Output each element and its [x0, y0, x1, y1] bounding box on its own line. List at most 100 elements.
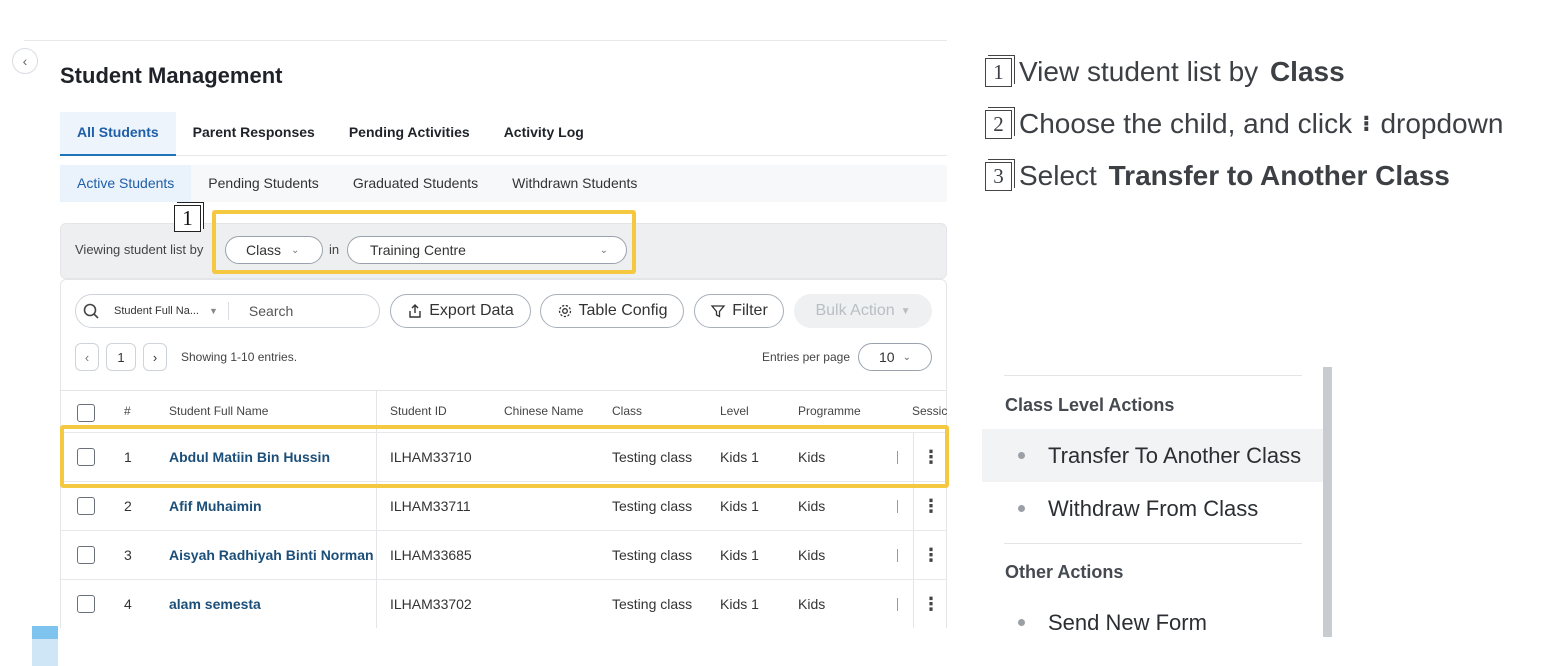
select-all-checkbox[interactable]: [77, 404, 95, 422]
divider: [227, 302, 229, 320]
table-row[interactable]: 1 Abdul Matiin Bin Hussin ILHAM33710 Tes…: [61, 432, 947, 481]
divider: [1004, 375, 1302, 376]
instruction-bold: Class: [1269, 56, 1345, 87]
student-id: ILHAM33685: [390, 547, 472, 563]
table-row[interactable]: 2 Afif Muhaimin ILHAM33711 Testing class…: [61, 481, 947, 530]
bullet-icon: [1018, 452, 1025, 459]
session-cell: [897, 598, 898, 611]
col-programme[interactable]: Programme: [798, 404, 861, 418]
student-name-link[interactable]: Aisyah Radhiyah Binti Norman: [169, 547, 374, 563]
bullet-icon: [1018, 619, 1025, 626]
column-divider: [376, 580, 377, 628]
tab-parent-responses[interactable]: Parent Responses: [176, 112, 332, 156]
student-id: ILHAM33711: [390, 498, 471, 514]
col-chinese-name[interactable]: Chinese Name: [504, 404, 583, 418]
table-config-label: Table Config: [578, 302, 668, 319]
menu-item-label: Transfer To Another Class: [1048, 442, 1302, 468]
bulk-action-button[interactable]: Bulk Action ▼: [794, 294, 932, 328]
subtab-pending-students[interactable]: Pending Students: [191, 165, 336, 202]
student-table-card: Student Full Na... ▼ Search Export Data …: [60, 279, 947, 628]
column-divider: [376, 391, 377, 432]
kebab-icon[interactable]: ⋮: [913, 482, 947, 530]
instruction-text-2: dropdown: [1380, 108, 1504, 139]
row-number: 2: [124, 498, 132, 514]
row-checkbox[interactable]: [77, 546, 95, 564]
view-by-label: Viewing student list by: [75, 242, 204, 257]
col-student-full-name[interactable]: Student Full Name: [169, 404, 268, 418]
row-checkbox[interactable]: [77, 448, 95, 466]
tab-pending-activities[interactable]: Pending Activities: [332, 112, 487, 156]
in-label: in: [329, 242, 340, 257]
student-name-link[interactable]: alam semesta: [169, 596, 261, 612]
entries-per-page-select[interactable]: 10 ⌄: [858, 343, 932, 371]
page-number[interactable]: 1: [106, 343, 136, 371]
search-icon: [83, 303, 99, 319]
row-number: 1: [124, 449, 132, 465]
chevron-left-icon[interactable]: ‹: [75, 343, 99, 371]
instruction-text: Choose the child, and click: [1019, 108, 1353, 139]
instruction-step-2: 2 Choose the child, and click ⁝ dropdown: [985, 108, 1503, 140]
sub-tabs: Active Students Pending Students Graduat…: [60, 165, 947, 202]
subtab-graduated-students[interactable]: Graduated Students: [336, 165, 495, 202]
menu-item-withdraw-from-class[interactable]: Withdraw From Class: [982, 482, 1323, 535]
group-by-value: Class: [246, 242, 282, 258]
row-checkbox[interactable]: [77, 497, 95, 515]
bulk-action-label: Bulk Action: [815, 302, 895, 319]
student-id: ILHAM33710: [390, 449, 472, 465]
subtab-active-students[interactable]: Active Students: [60, 165, 192, 202]
search-input[interactable]: Search: [249, 303, 293, 319]
instruction-step-3: 3 Select Transfer to Another Class: [985, 160, 1450, 192]
table-row[interactable]: 4 alam semesta ILHAM33702 Testing class …: [61, 579, 947, 628]
column-divider: [376, 433, 377, 481]
student-management-panel: Student Management All Students Parent R…: [24, 40, 947, 628]
student-level: Kids 1: [720, 547, 759, 563]
export-data-button[interactable]: Export Data: [390, 294, 531, 328]
main-tabs: All Students Parent Responses Pending Ac…: [60, 112, 947, 156]
student-name-link[interactable]: Afif Muhaimin: [169, 498, 262, 514]
search-bar[interactable]: Student Full Na... ▼ Search: [75, 294, 380, 328]
instruction-text: View student list by: [1019, 56, 1266, 87]
menu-group-class-level-actions: Class Level Actions: [1005, 395, 1175, 415]
collapse-sidebar-button[interactable]: ‹: [12, 48, 38, 74]
menu-item-label: Send New Form: [1048, 609, 1207, 635]
row-checkbox[interactable]: [77, 595, 95, 613]
student-level: Kids 1: [720, 596, 759, 612]
scrollbar[interactable]: [1323, 367, 1332, 637]
session-cell: [897, 451, 898, 464]
menu-item-transfer-to-another-class[interactable]: Transfer To Another Class: [982, 429, 1323, 482]
col-class[interactable]: Class: [612, 404, 642, 418]
col-student-id[interactable]: Student ID: [390, 404, 447, 418]
location-select[interactable]: Training Centre ⌄: [347, 236, 627, 264]
filter-button[interactable]: Filter: [694, 294, 784, 328]
table-config-button[interactable]: Table Config: [540, 294, 684, 328]
step-marker-1: 1: [174, 205, 201, 232]
search-field-select[interactable]: Student Full Na...: [114, 305, 199, 317]
menu-item-send-new-form[interactable]: Send New Form: [982, 596, 1323, 648]
instruction-text: Select: [1019, 160, 1105, 191]
entries-per-page-value: 10: [879, 349, 895, 365]
table-row[interactable]: 3 Aisyah Radhiyah Binti Norman ILHAM3368…: [61, 530, 947, 579]
session-cell: [897, 549, 898, 562]
subtab-withdrawn-students[interactable]: Withdrawn Students: [495, 165, 654, 202]
group-by-select[interactable]: Class ⌄: [225, 236, 323, 264]
instruction-step-1: 1 View student list by Class: [985, 56, 1345, 88]
col-number: #: [124, 404, 131, 418]
divider: [1004, 543, 1302, 544]
menu-group-other-actions: Other Actions: [1005, 562, 1124, 582]
col-session[interactable]: Sessic: [912, 404, 947, 418]
kebab-icon[interactable]: ⋮: [913, 580, 947, 628]
chevron-right-icon[interactable]: ›: [143, 343, 167, 371]
student-name-link[interactable]: Abdul Matiin Bin Hussin: [169, 449, 330, 465]
column-divider: [376, 482, 377, 530]
kebab-icon[interactable]: ⋮: [913, 531, 947, 579]
pagination: ‹ 1 › Showing 1-10 entries.: [75, 343, 297, 371]
student-class: Testing class: [612, 449, 693, 465]
step-number: 2: [985, 109, 1012, 139]
col-level[interactable]: Level: [720, 404, 749, 418]
tab-all-students[interactable]: All Students: [60, 112, 176, 156]
kebab-icon[interactable]: ⋮: [913, 433, 947, 481]
tab-activity-log[interactable]: Activity Log: [487, 112, 601, 156]
row-actions-menu: Class Level Actions Transfer To Another …: [982, 367, 1332, 648]
export-data-label: Export Data: [429, 302, 514, 319]
instruction-bold: Transfer to Another Class: [1108, 160, 1450, 191]
